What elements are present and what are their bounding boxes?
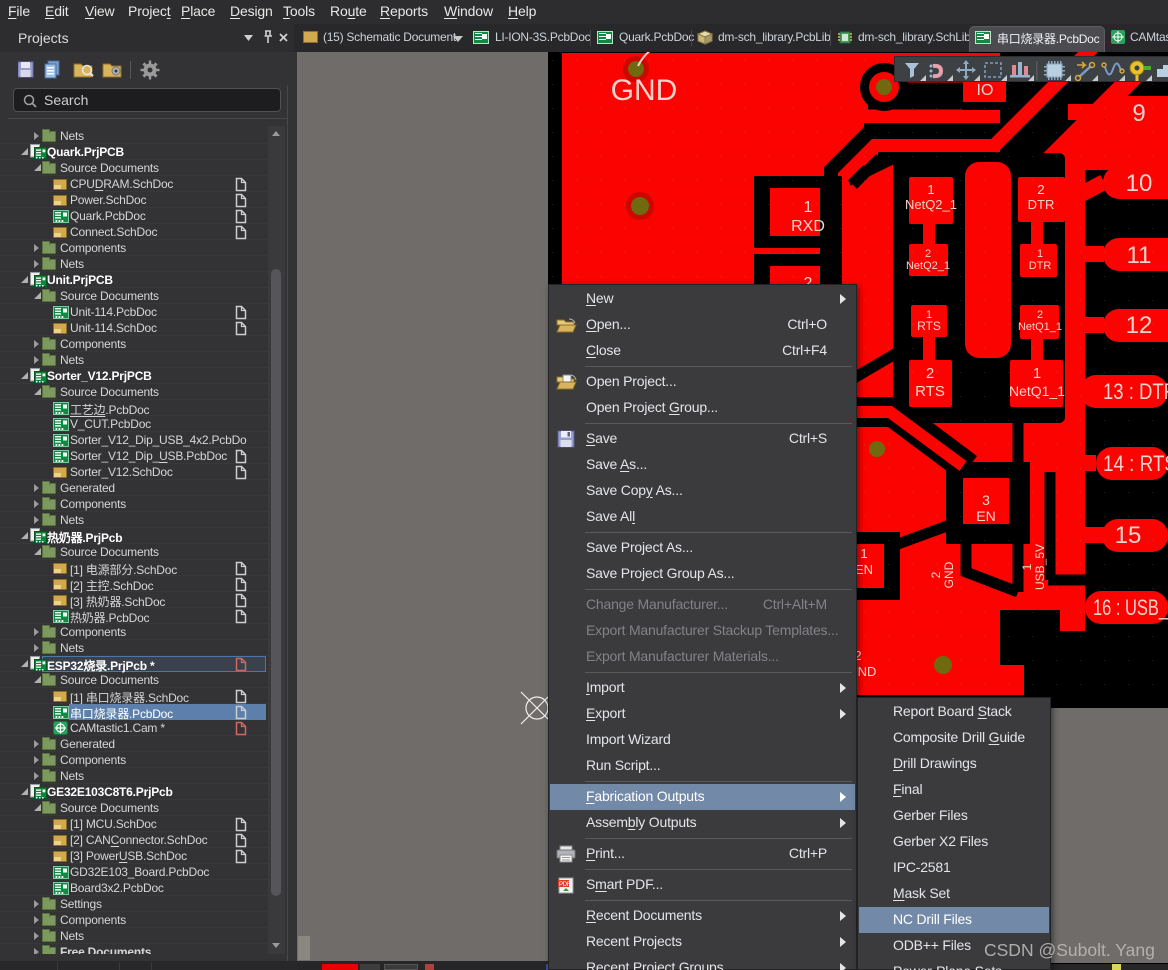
svg-text:NetQ2_1: NetQ2_1 [906, 260, 950, 272]
svg-text:14 : RTS: 14 : RTS [1103, 451, 1168, 476]
svg-text:1: 1 [1020, 563, 1034, 570]
svg-text:DTR: DTR [1028, 197, 1055, 212]
svg-text:2: 2 [925, 248, 931, 260]
svg-text:2: 2 [929, 571, 943, 578]
svg-text:2: 2 [926, 365, 934, 382]
svg-text:9: 9 [1132, 100, 1145, 127]
svg-text:NetQ1_1: NetQ1_1 [1018, 321, 1062, 333]
svg-text:GND: GND [611, 74, 678, 107]
svg-text:PDF: PDF [559, 882, 571, 888]
svg-text:1: 1 [860, 546, 867, 561]
svg-text:1: 1 [1033, 365, 1041, 382]
svg-text:EN: EN [976, 508, 995, 524]
svg-text:GND: GND [942, 561, 956, 588]
svg-text:12: 12 [1126, 312, 1153, 339]
svg-text:11: 11 [1127, 242, 1152, 269]
svg-text:1: 1 [927, 182, 934, 197]
svg-text:10: 10 [1126, 170, 1153, 197]
svg-text:2: 2 [1037, 182, 1044, 197]
svg-text:2: 2 [1037, 309, 1043, 321]
svg-text:RXD: RXD [791, 218, 825, 235]
svg-text:1: 1 [1037, 248, 1043, 260]
svg-text:16 : USB_: 16 : USB_ [1093, 595, 1168, 620]
svg-text:15: 15 [1115, 522, 1142, 549]
svg-text:USB_5V: USB_5V [1033, 544, 1047, 590]
svg-text:13 : DTR: 13 : DTR [1103, 379, 1168, 404]
svg-text:1: 1 [804, 199, 813, 216]
svg-text:RTS: RTS [915, 383, 945, 400]
svg-text:RTS: RTS [917, 319, 941, 333]
svg-text:DTR: DTR [1029, 260, 1052, 272]
svg-text:3: 3 [982, 492, 990, 508]
